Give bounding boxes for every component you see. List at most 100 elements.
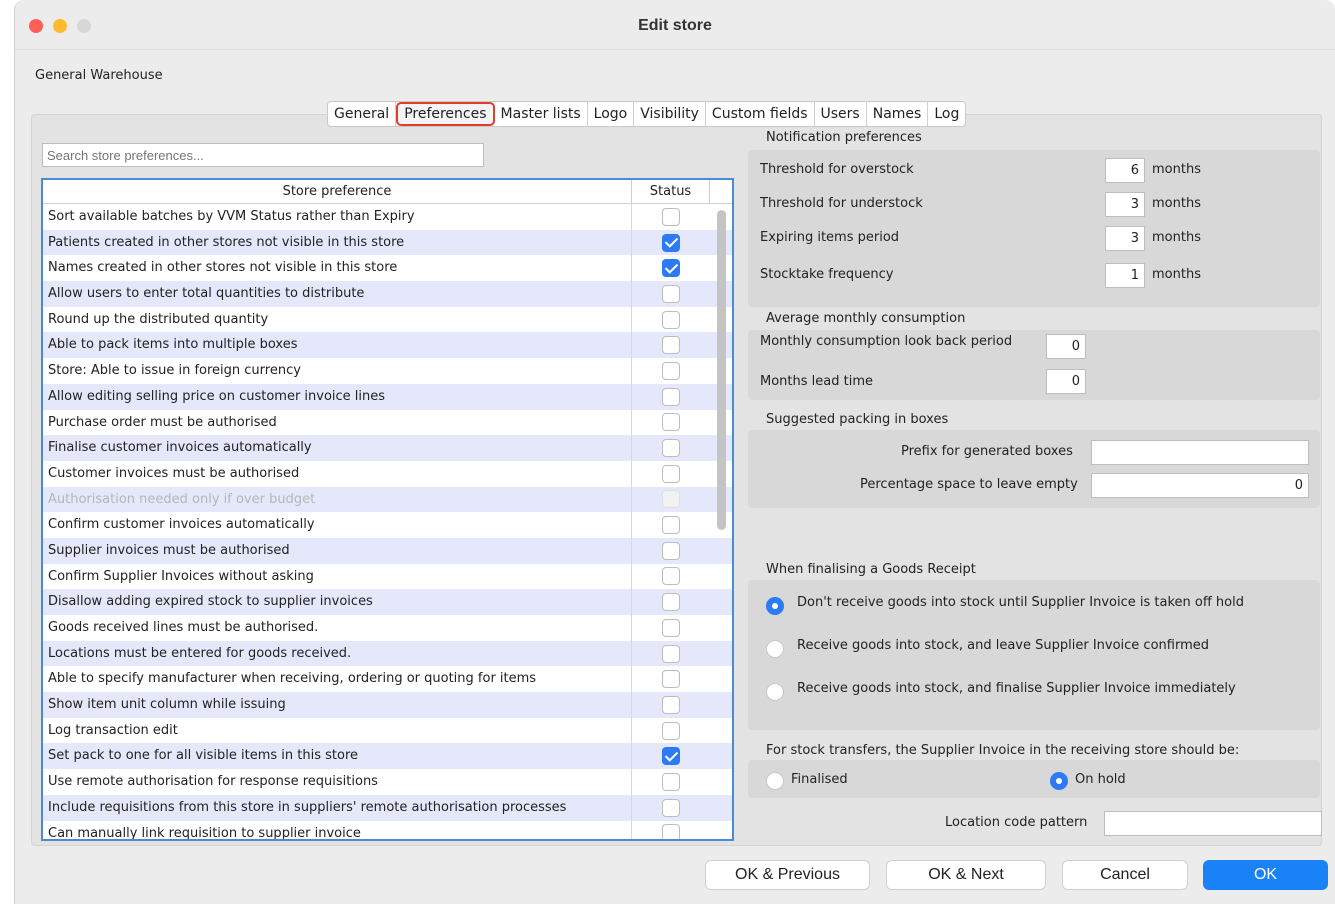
goods-receipt-option-confirmed-radio[interactable] bbox=[766, 640, 784, 658]
status-cell bbox=[632, 461, 710, 487]
ok-previous-button[interactable]: OK & Previous bbox=[705, 860, 870, 890]
status-checkbox[interactable] bbox=[662, 541, 680, 560]
preference-label: Authorisation needed only if over budget bbox=[43, 486, 632, 513]
ok-next-button[interactable]: OK & Next bbox=[886, 860, 1046, 890]
ok-button[interactable]: OK bbox=[1203, 860, 1328, 890]
status-checkbox[interactable] bbox=[662, 593, 680, 612]
box-prefix-input[interactable] bbox=[1091, 440, 1309, 465]
column-header-status[interactable]: Status bbox=[632, 180, 710, 203]
lead-time-input[interactable]: 0 bbox=[1046, 369, 1086, 394]
tab-preferences[interactable]: Preferences bbox=[396, 102, 495, 126]
status-checkbox[interactable] bbox=[662, 721, 680, 740]
location-code-input[interactable] bbox=[1104, 811, 1322, 836]
column-header-preference[interactable]: Store preference bbox=[43, 180, 632, 203]
table-row[interactable]: Use remote authorisation for response re… bbox=[43, 769, 732, 795]
status-checkbox[interactable] bbox=[662, 567, 680, 586]
table-row[interactable]: Able to specify manufacturer when receiv… bbox=[43, 666, 732, 693]
table-row[interactable]: Able to pack items into multiple boxes bbox=[43, 332, 732, 359]
preference-label: Confirm Supplier Invoices without asking bbox=[43, 563, 632, 590]
goods-receipt-option-finalise-radio[interactable] bbox=[766, 683, 784, 701]
status-checkbox[interactable] bbox=[662, 336, 680, 355]
expiring-period-input[interactable]: 3 bbox=[1105, 226, 1145, 251]
table-row[interactable]: Sort available batches by VVM Status rat… bbox=[43, 204, 732, 230]
lookback-period-input[interactable]: 0 bbox=[1046, 334, 1086, 359]
table-row[interactable]: Confirm customer invoices automatically bbox=[43, 512, 732, 538]
table-row[interactable]: Supplier invoices must be authorised bbox=[43, 537, 732, 564]
status-checkbox[interactable] bbox=[662, 824, 680, 839]
empty-space-input[interactable]: 0 bbox=[1091, 473, 1309, 498]
tab-logo[interactable]: Logo bbox=[588, 102, 635, 126]
status-checkbox[interactable] bbox=[662, 310, 680, 329]
preference-label: Purchase order must be authorised bbox=[43, 409, 632, 436]
status-checkbox[interactable] bbox=[662, 233, 680, 252]
table-row[interactable]: Allow users to enter total quantities to… bbox=[43, 281, 732, 307]
transfer-on-hold-radio[interactable] bbox=[1050, 772, 1068, 790]
status-checkbox[interactable] bbox=[662, 387, 680, 406]
table-row[interactable]: Disallow adding expired stock to supplie… bbox=[43, 589, 732, 615]
status-cell bbox=[632, 743, 710, 769]
status-checkbox[interactable] bbox=[662, 644, 680, 663]
table-header: Store preference Status bbox=[43, 180, 732, 204]
table-row[interactable]: Authorisation needed only if over budget bbox=[43, 486, 732, 513]
goods-receipt-option-finalise-label[interactable]: Receive goods into stock, and finalise S… bbox=[797, 681, 1236, 696]
preference-label: Include requisitions from this store in … bbox=[43, 794, 632, 821]
table-row[interactable]: Customer invoices must be authorised bbox=[43, 460, 732, 487]
tab-names[interactable]: Names bbox=[867, 102, 929, 126]
goods-receipt-option-hold-label[interactable]: Don't receive goods into stock until Sup… bbox=[797, 595, 1244, 610]
tab-visibility[interactable]: Visibility bbox=[634, 102, 706, 126]
table-row[interactable]: Log transaction edit bbox=[43, 717, 732, 744]
status-checkbox[interactable] bbox=[662, 695, 680, 714]
status-checkbox[interactable] bbox=[662, 772, 680, 791]
status-checkbox[interactable] bbox=[662, 798, 680, 817]
empty-space-label: Percentage space to leave empty bbox=[860, 477, 1078, 492]
status-checkbox[interactable] bbox=[662, 413, 680, 432]
table-row[interactable]: Allow editing selling price on customer … bbox=[43, 383, 732, 410]
status-checkbox[interactable] bbox=[662, 464, 680, 483]
overstock-input[interactable]: 6 bbox=[1105, 158, 1145, 183]
status-checkbox[interactable] bbox=[662, 439, 680, 458]
tab-master-lists[interactable]: Master lists bbox=[495, 102, 588, 126]
table-row[interactable]: Store: Able to issue in foreign currency bbox=[43, 358, 732, 384]
stocktake-frequency-input[interactable]: 1 bbox=[1105, 263, 1145, 288]
status-checkbox[interactable] bbox=[662, 670, 680, 689]
transfer-finalised-label[interactable]: Finalised bbox=[791, 772, 848, 787]
status-cell bbox=[632, 410, 710, 436]
table-row[interactable]: Include requisitions from this store in … bbox=[43, 794, 732, 821]
status-checkbox[interactable] bbox=[662, 361, 680, 380]
status-checkbox[interactable] bbox=[662, 207, 680, 226]
table-row[interactable]: Goods received lines must be authorised. bbox=[43, 615, 732, 641]
table-row[interactable]: Finalise customer invoices automatically bbox=[43, 435, 732, 461]
table-row[interactable]: Show item unit column while issuing bbox=[43, 692, 732, 718]
title-bar: Edit store bbox=[15, 0, 1335, 50]
status-checkbox[interactable] bbox=[662, 516, 680, 535]
table-row[interactable]: Locations must be entered for goods rece… bbox=[43, 640, 732, 667]
status-checkbox[interactable] bbox=[662, 259, 680, 278]
understock-input[interactable]: 3 bbox=[1105, 192, 1145, 217]
transfer-on-hold-label[interactable]: On hold bbox=[1075, 772, 1126, 787]
preference-label: Show item unit column while issuing bbox=[43, 692, 632, 718]
tab-general[interactable]: General bbox=[328, 102, 397, 126]
table-row[interactable]: Purchase order must be authorised bbox=[43, 409, 732, 436]
preference-label: Use remote authorisation for response re… bbox=[43, 769, 632, 795]
tab-users[interactable]: Users bbox=[815, 102, 867, 126]
transfer-finalised-radio[interactable] bbox=[766, 772, 784, 790]
table-row[interactable]: Round up the distributed quantity bbox=[43, 306, 732, 333]
table-row[interactable]: Confirm Supplier Invoices without asking bbox=[43, 563, 732, 590]
goods-receipt-option-confirmed-label[interactable]: Receive goods into stock, and leave Supp… bbox=[797, 638, 1209, 653]
preference-label: Log transaction edit bbox=[43, 717, 632, 744]
status-checkbox[interactable] bbox=[662, 747, 680, 766]
status-checkbox[interactable] bbox=[662, 284, 680, 303]
goods-receipt-option-hold-radio[interactable] bbox=[766, 597, 784, 615]
status-cell bbox=[632, 332, 710, 358]
table-row[interactable]: Set pack to one for all visible items in… bbox=[43, 743, 732, 770]
search-preferences-input[interactable] bbox=[42, 143, 484, 167]
table-row[interactable]: Patients created in other stores not vis… bbox=[43, 229, 732, 256]
cancel-button[interactable]: Cancel bbox=[1062, 860, 1188, 890]
table-row[interactable]: Names created in other stores not visibl… bbox=[43, 255, 732, 282]
status-checkbox[interactable] bbox=[662, 618, 680, 637]
tab-log[interactable]: Log bbox=[928, 102, 965, 126]
table-row[interactable]: Can manually link requisition to supplie… bbox=[43, 820, 732, 839]
box-prefix-label: Prefix for generated boxes bbox=[901, 444, 1073, 459]
tab-custom-fields[interactable]: Custom fields bbox=[706, 102, 815, 126]
table-scrollbar[interactable] bbox=[717, 210, 726, 530]
